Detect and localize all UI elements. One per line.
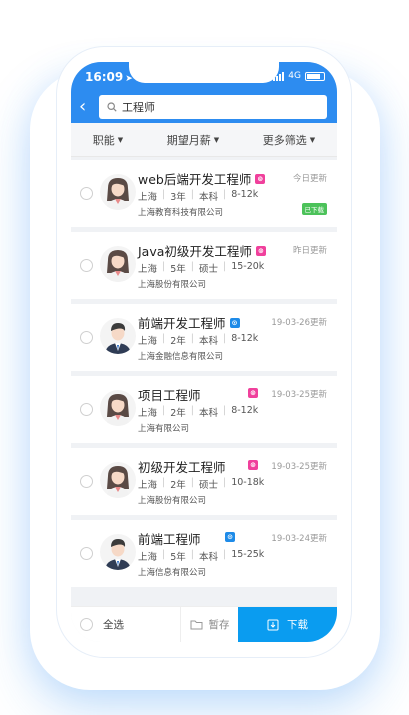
job-meta: 上海 | 3年 | 本科 | 8-12k <box>138 189 259 203</box>
avatar <box>100 174 136 210</box>
list-item[interactable]: web后端开发工程师 ⊚ 今日更新 上海 | 3年 | 本科 | 8-12k 上海教育科技有限… <box>71 160 337 227</box>
bottom-action-bar: 全选 暂存 下载 <box>71 606 337 642</box>
job-title: Java初级开发工程师 ⊚ <box>138 241 266 260</box>
company-name: 上海教育科技有限公司 <box>138 208 224 218</box>
search-query: 工程师 <box>122 100 155 114</box>
update-date: 19-03-24更新 <box>271 534 327 544</box>
resume-badge-icon: ⊙ <box>229 317 240 328</box>
resume-badge-icon: ⊚ <box>255 173 266 184</box>
download-icon <box>267 619 279 630</box>
resume-badge-icon: ⊚ <box>248 460 258 470</box>
job-meta: 上海 | 2年 | 本科 | 8-12k <box>138 333 259 347</box>
job-title: 项目工程师 <box>138 388 201 403</box>
status-indicators: 4G <box>273 71 325 81</box>
resume-badge-icon: ⊙ <box>225 532 235 542</box>
job-meta: 上海 | 5年 | 硕士 | 15-20k <box>138 261 265 275</box>
list-item[interactable]: 前端工程师 ⊙ 19-03-24更新 上海 | 5年 | 本科 | 15-25k 上海信息有… <box>71 520 337 587</box>
battery-icon <box>305 71 325 81</box>
back-icon[interactable]: ‹ <box>79 97 99 116</box>
company-name: 上海金融信息有限公司 <box>138 352 224 362</box>
search-input[interactable]: 工程师 <box>99 94 327 119</box>
search-icon <box>107 101 117 112</box>
update-date: 19-03-26更新 <box>271 318 327 328</box>
job-meta: 上海 | 5年 | 本科 | 15-25k <box>138 549 265 563</box>
update-date: 今日更新 <box>292 174 327 184</box>
update-date: 19-03-25更新 <box>271 462 327 472</box>
filter-salary[interactable]: 期望月薪 ▼ <box>167 132 219 148</box>
avatar <box>100 462 136 498</box>
update-date: 昨日更新 <box>292 246 327 256</box>
caret-down-icon: ▼ <box>309 135 316 144</box>
phone-notch <box>129 62 279 83</box>
caret-down-icon: ▼ <box>213 135 220 144</box>
job-title: web后端开发工程师 ⊚ <box>138 169 266 188</box>
select-radio[interactable] <box>80 475 93 488</box>
company-name: 上海股份有限公司 <box>138 496 207 506</box>
phone-screen: 16:09 ➤ 4G ‹ 工程师 职能 ▼ 期望月薪 ▼ 更多筛选 ▼ web后端开发工… <box>71 62 337 642</box>
caret-down-icon: ▼ <box>117 135 124 144</box>
filter-function[interactable]: 职能 ▼ <box>93 132 123 148</box>
search-bar: ‹ 工程师 <box>71 90 337 123</box>
company-name: 上海有限公司 <box>138 424 190 434</box>
list-item[interactable]: 初级开发工程师 ⊚ 19-03-25更新 上海 | 2年 | 硕士 | 10-18k 上海股… <box>71 448 337 515</box>
job-meta: 上海 | 2年 | 硕士 | 10-18k <box>138 477 265 491</box>
filter-bar: 职能 ▼ 期望月薪 ▼ 更多筛选 ▼ <box>71 123 337 157</box>
resume-badge-icon: ⊚ <box>255 245 266 256</box>
job-title: 初级开发工程师 <box>138 460 226 475</box>
job-meta: 上海 | 2年 | 本科 | 8-12k <box>138 405 259 419</box>
downloaded-badge: 已下载 <box>301 203 327 215</box>
status-time: 16:09 ➤ <box>85 70 133 84</box>
save-button[interactable]: 暂存 <box>181 607 238 642</box>
select-radio[interactable] <box>80 331 93 344</box>
select-radio[interactable] <box>80 187 93 200</box>
list-item[interactable]: Java初级开发工程师 ⊚ 昨日更新 上海 | 5年 | 硕士 | 15-20k 上海股份有限… <box>71 232 337 299</box>
resume-badge-icon: ⊚ <box>248 388 258 398</box>
company-name: 上海信息有限公司 <box>138 568 207 578</box>
resume-list: web后端开发工程师 ⊚ 今日更新 上海 | 3年 | 本科 | 8-12k 上海教育科技有限… <box>71 157 337 587</box>
company-name: 上海股份有限公司 <box>138 280 207 290</box>
list-item[interactable]: 项目工程师 ⊚ 19-03-25更新 上海 | 2年 | 本科 | 8-12k 上海有限公司 <box>71 376 337 443</box>
network-label: 4G <box>288 71 301 81</box>
list-item[interactable]: 前端开发工程师 ⊙ 19-03-26更新 上海 | 2年 | 本科 | 8-12k 上海金融信… <box>71 304 337 371</box>
select-all-button[interactable]: 全选 <box>71 607 181 642</box>
avatar <box>100 246 136 282</box>
job-title: 前端开发工程师 ⊙ <box>138 313 240 332</box>
folder-icon <box>190 620 202 630</box>
download-button[interactable]: 下载 <box>238 607 337 642</box>
select-all-radio[interactable] <box>80 618 93 631</box>
select-radio[interactable] <box>80 259 93 272</box>
job-title: 前端工程师 <box>138 532 201 547</box>
select-radio[interactable] <box>80 403 93 416</box>
select-radio[interactable] <box>80 547 93 560</box>
avatar <box>100 318 136 354</box>
update-date: 19-03-25更新 <box>271 390 327 400</box>
avatar <box>100 534 136 570</box>
filter-more[interactable]: 更多筛选 ▼ <box>263 132 315 148</box>
avatar <box>100 390 136 426</box>
